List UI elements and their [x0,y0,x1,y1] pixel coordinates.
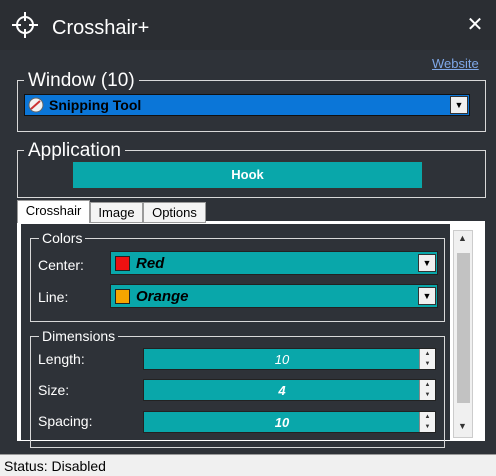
status-text: Status: Disabled [4,458,106,474]
snipping-tool-icon [28,97,44,113]
line-label: Line: [38,289,69,305]
center-label: Center: [38,257,84,273]
length-value: 10 [274,352,290,367]
chevron-up-icon[interactable]: ▲ [458,233,467,243]
line-color-swatch [115,289,130,304]
app-title: Crosshair+ [52,17,150,39]
length-spin-buttons[interactable]: ▲ ▼ [419,349,435,369]
vertical-scrollbar[interactable]: ▲ ▼ [453,230,473,438]
length-label: Length: [38,351,85,367]
spacing-value: 10 [274,415,290,430]
chevron-up-icon[interactable]: ▲ [420,412,435,422]
window-select[interactable]: Snipping Tool ▼ [24,94,470,116]
window-group-label: Window (10) [24,71,139,91]
crosshair-logo-icon [10,10,40,40]
application-group-label: Application [24,141,125,161]
tab-crosshair[interactable]: Crosshair [17,200,90,223]
size-value: 4 [278,383,286,398]
chevron-down-icon[interactable]: ▼ [420,422,435,432]
chevron-down-icon[interactable]: ▼ [418,287,436,305]
dimensions-group-label: Dimensions [39,328,119,344]
center-color-value: Red [136,255,165,272]
chevron-down-icon[interactable]: ▼ [458,421,467,431]
line-color-select[interactable]: Orange ▼ [110,284,438,308]
chevron-down-icon[interactable]: ▼ [420,390,435,400]
line-color-value: Orange [136,288,189,305]
status-bar: Status: Disabled [0,454,496,476]
chevron-down-icon[interactable]: ▼ [450,96,468,114]
spacing-stepper[interactable]: 10 ▲ ▼ [143,411,436,433]
tab-options[interactable]: Options [143,202,206,223]
size-stepper[interactable]: 4 ▲ ▼ [143,379,436,401]
chevron-down-icon[interactable]: ▼ [420,359,435,369]
chevron-up-icon[interactable]: ▲ [420,380,435,390]
size-label: Size: [38,382,70,398]
website-link[interactable]: Website [432,56,479,71]
center-color-select[interactable]: Red ▼ [110,251,438,275]
hook-button[interactable]: Hook [72,161,423,189]
close-button[interactable]: ✕ [462,12,488,38]
chevron-down-icon[interactable]: ▼ [418,254,436,272]
scrollbar-thumb[interactable] [457,253,470,403]
size-spin-buttons[interactable]: ▲ ▼ [419,380,435,400]
spacing-spin-buttons[interactable]: ▲ ▼ [419,412,435,432]
window-select-value: Snipping Tool [49,97,142,113]
spacing-label: Spacing: [38,413,93,429]
tab-image[interactable]: Image [90,202,143,223]
center-color-swatch [115,256,130,271]
length-stepper[interactable]: 10 ▲ ▼ [143,348,436,370]
colors-group-label: Colors [39,230,86,246]
chevron-up-icon[interactable]: ▲ [420,349,435,359]
